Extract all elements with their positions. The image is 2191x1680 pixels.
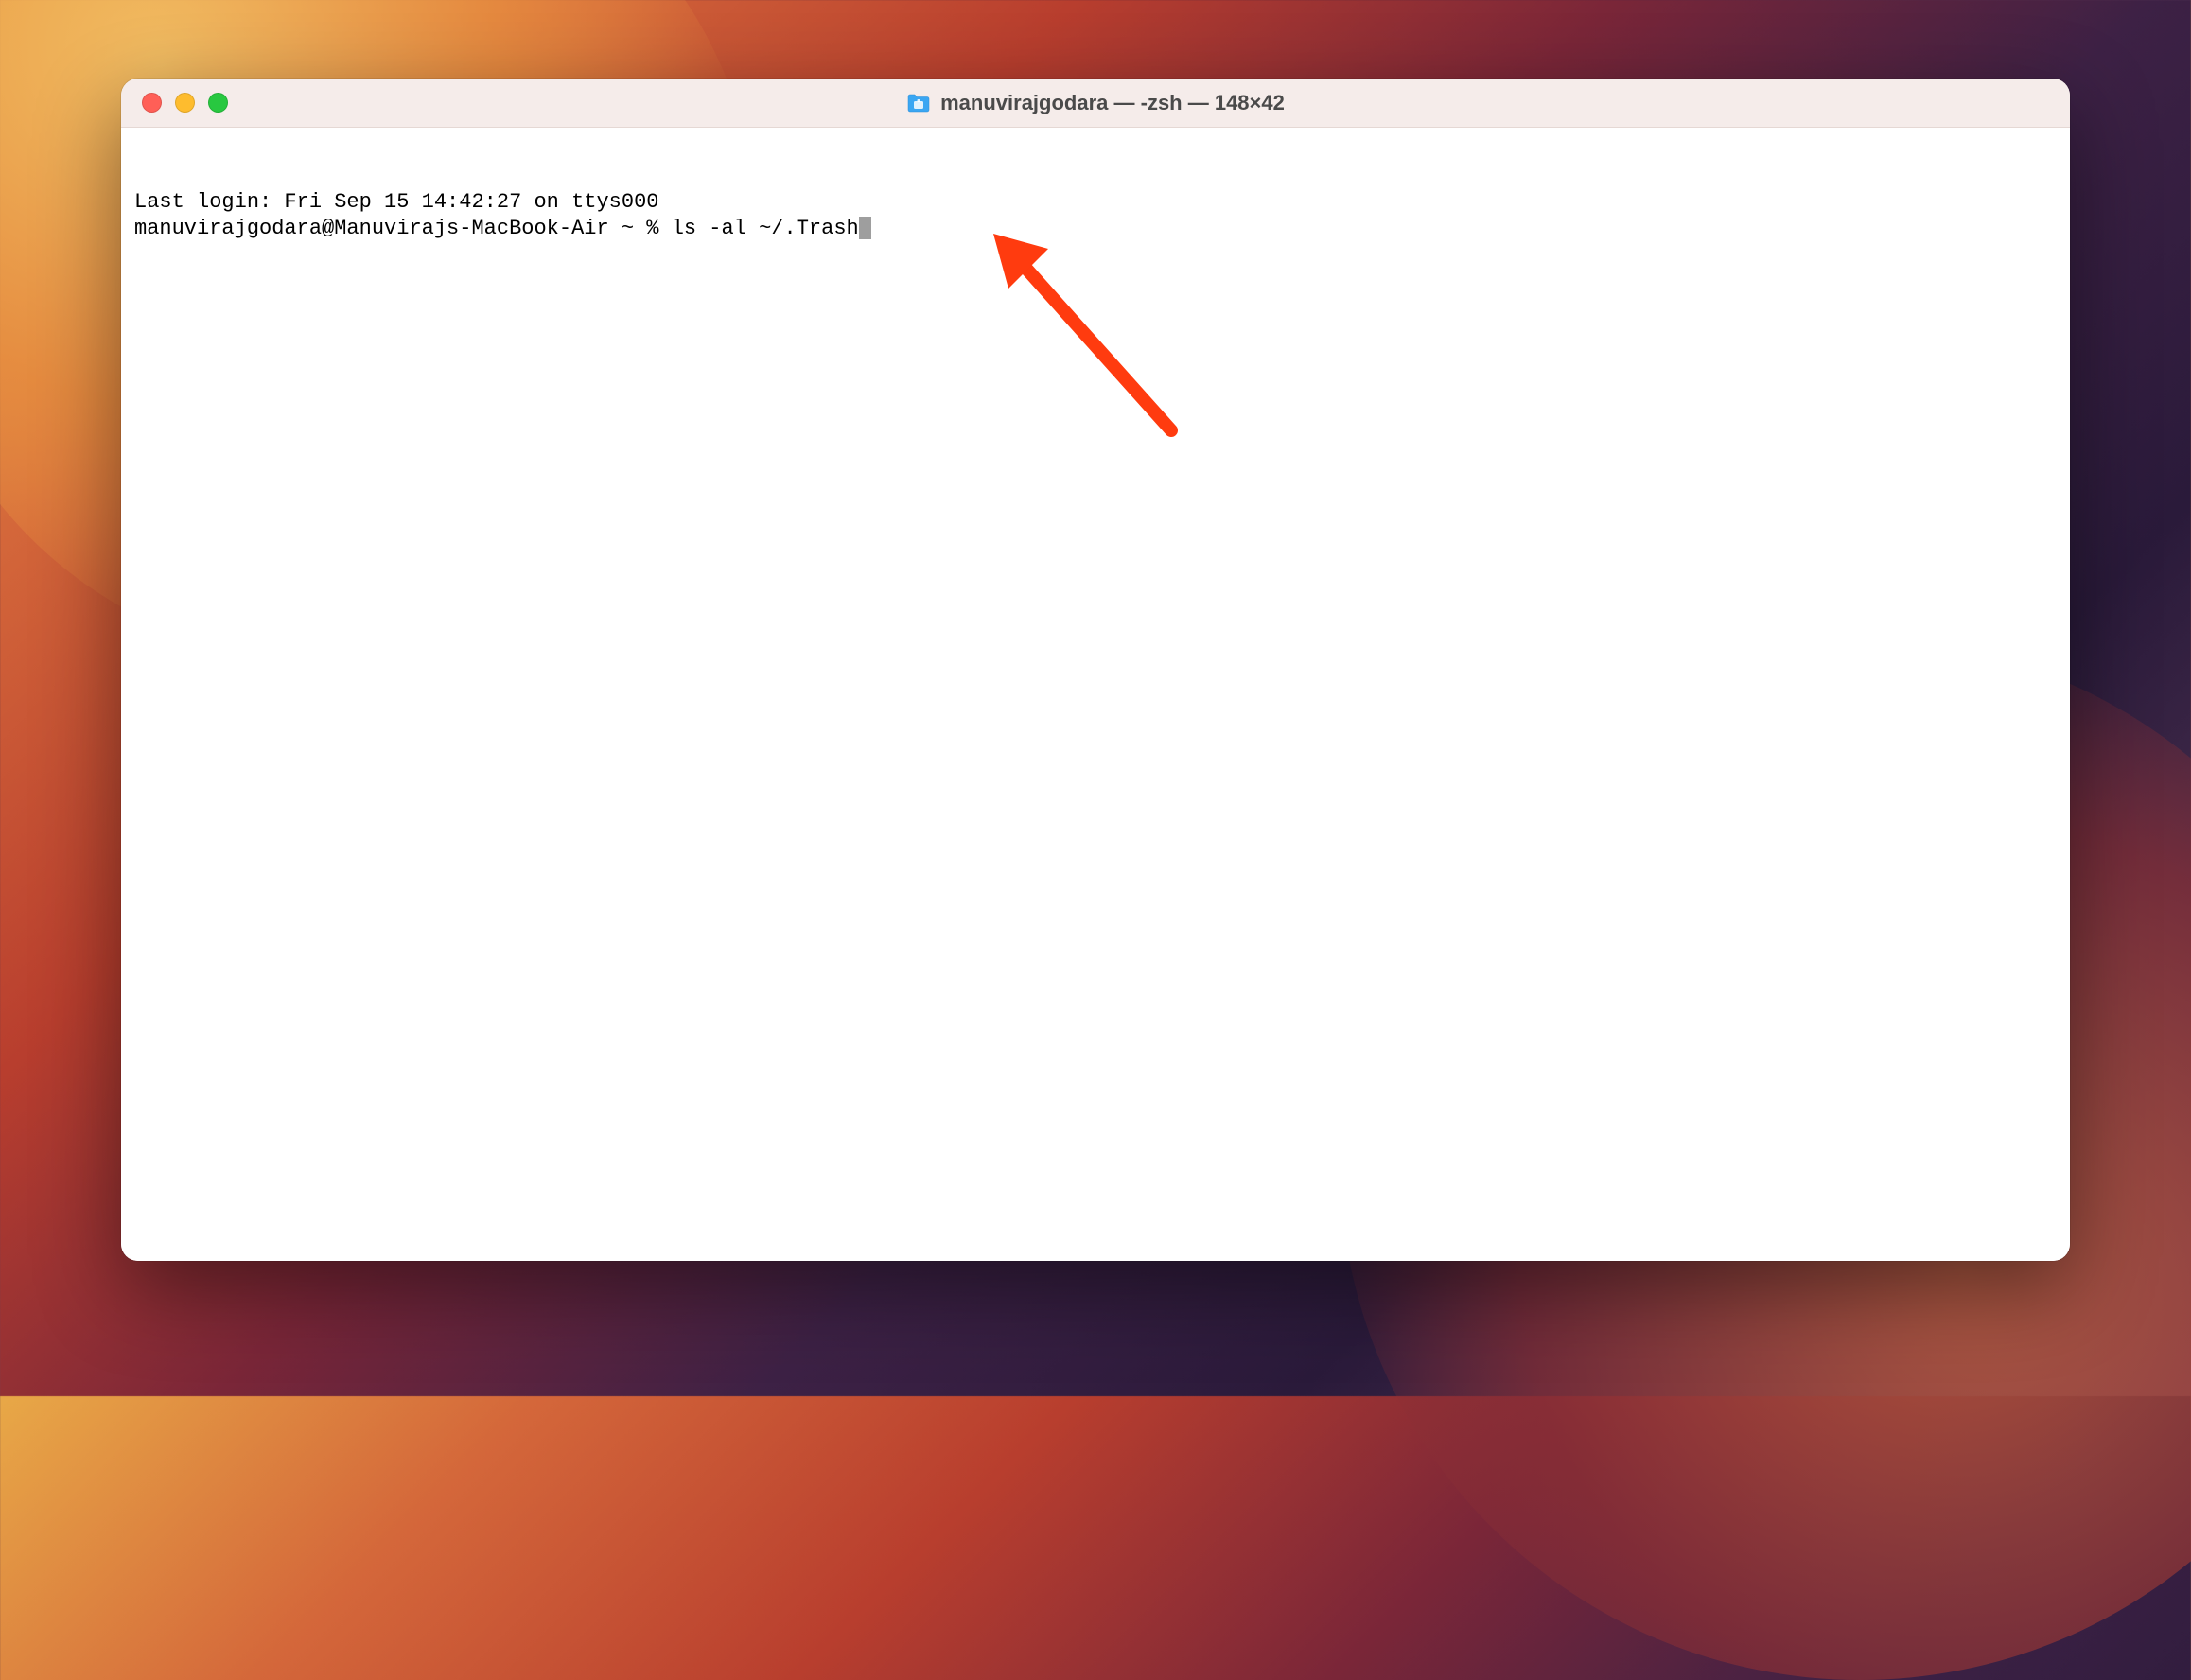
window-title-wrap: manuvirajgodara — -zsh — 148×42 bbox=[121, 91, 2070, 115]
cursor bbox=[859, 217, 871, 239]
typed-command: ls -al ~/.Trash bbox=[672, 217, 859, 240]
titlebar[interactable]: manuvirajgodara — -zsh — 148×42 bbox=[121, 79, 2070, 128]
traffic-lights bbox=[121, 93, 228, 113]
last-login-line: Last login: Fri Sep 15 14:42:27 on ttys0… bbox=[134, 189, 2057, 216]
shell-prompt: manuvirajgodara@Manuvirajs-MacBook-Air ~… bbox=[134, 217, 672, 240]
prompt-line: manuvirajgodara@Manuvirajs-MacBook-Air ~… bbox=[134, 216, 2057, 242]
maximize-button[interactable] bbox=[208, 93, 228, 113]
folder-icon bbox=[906, 93, 931, 114]
minimize-button[interactable] bbox=[175, 93, 195, 113]
terminal-body[interactable]: Last login: Fri Sep 15 14:42:27 on ttys0… bbox=[121, 128, 2070, 1261]
terminal-window: manuvirajgodara — -zsh — 148×42 Last log… bbox=[121, 79, 2070, 1261]
window-title: manuvirajgodara — -zsh — 148×42 bbox=[940, 91, 1285, 115]
annotation-arrow-icon bbox=[973, 213, 1218, 459]
close-button[interactable] bbox=[142, 93, 162, 113]
